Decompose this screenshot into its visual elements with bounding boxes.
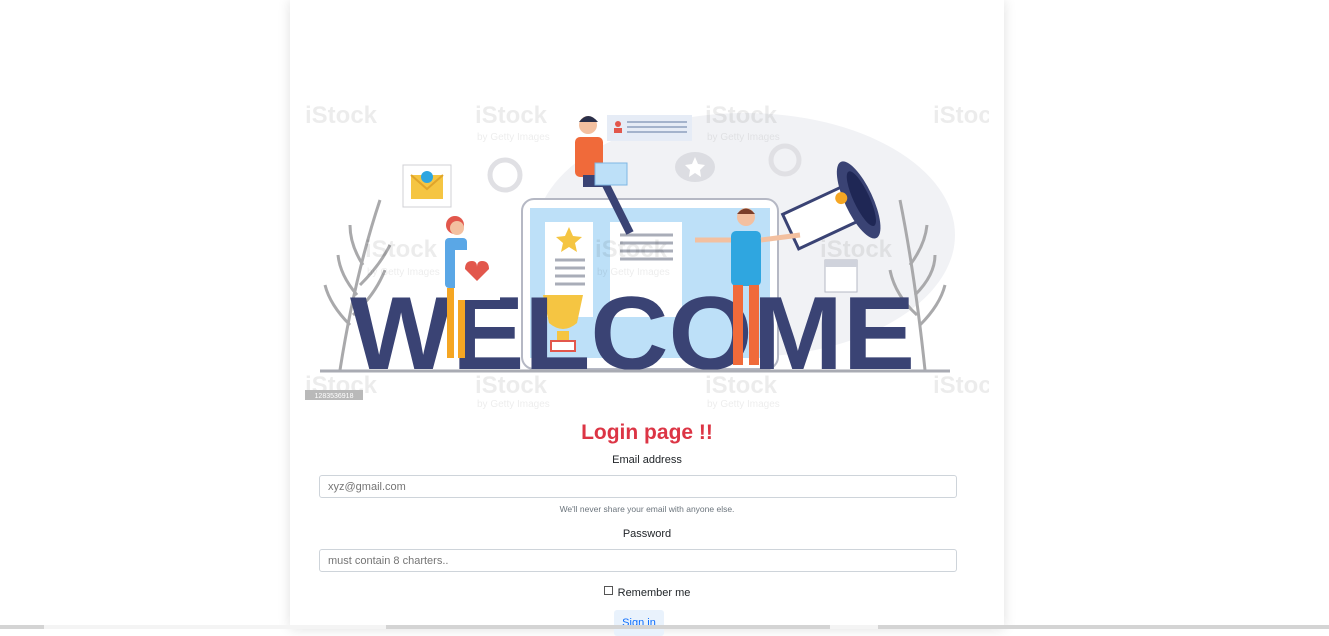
remember-me-checkbox[interactable] <box>603 586 613 595</box>
welcome-illustration: WELCOME iStock iStock iStock iStoc iStoc… <box>305 95 989 410</box>
welcome-word: WELCOME <box>350 276 915 392</box>
image-id: 1283536918 <box>315 393 354 400</box>
sign-in-button[interactable]: Sign in <box>614 610 664 636</box>
svg-text:iStock: iStock <box>475 372 548 399</box>
svg-text:iStock: iStock <box>705 372 778 399</box>
svg-text:iStock: iStock <box>705 102 778 129</box>
email-help-text: We'll never share your email with anyone… <box>559 504 735 514</box>
email-input[interactable] <box>319 475 957 498</box>
svg-text:iStock: iStock <box>933 102 989 129</box>
password-label: Password <box>622 528 672 540</box>
svg-text:by Getty Images: by Getty Images <box>477 399 550 410</box>
svg-text:by Getty Images: by Getty Images <box>707 399 780 410</box>
svg-text:iStock: iStock <box>305 102 378 129</box>
email-label: Email address <box>612 454 682 466</box>
remember-me-row: Remember me <box>290 586 1004 599</box>
login-card: WELCOME iStock iStock iStock iStoc iStoc… <box>290 0 1004 636</box>
svg-text:iStock: iStock <box>820 236 893 263</box>
svg-text:by Getty Images: by Getty Images <box>367 267 440 278</box>
svg-text:iStock: iStock <box>365 236 438 263</box>
remember-me-label: Remember me <box>617 587 691 599</box>
svg-text:iStock: iStock <box>475 102 548 129</box>
page-title: Login page !! <box>581 421 713 444</box>
horizontal-scrollbar[interactable] <box>0 625 1329 629</box>
svg-text:iStock: iStock <box>933 372 989 399</box>
svg-text:by Getty Images: by Getty Images <box>597 267 670 278</box>
svg-text:by Getty Images: by Getty Images <box>477 132 550 143</box>
password-input[interactable] <box>319 549 957 572</box>
svg-text:by Getty Images: by Getty Images <box>707 132 780 143</box>
svg-text:iStock: iStock <box>595 236 668 263</box>
